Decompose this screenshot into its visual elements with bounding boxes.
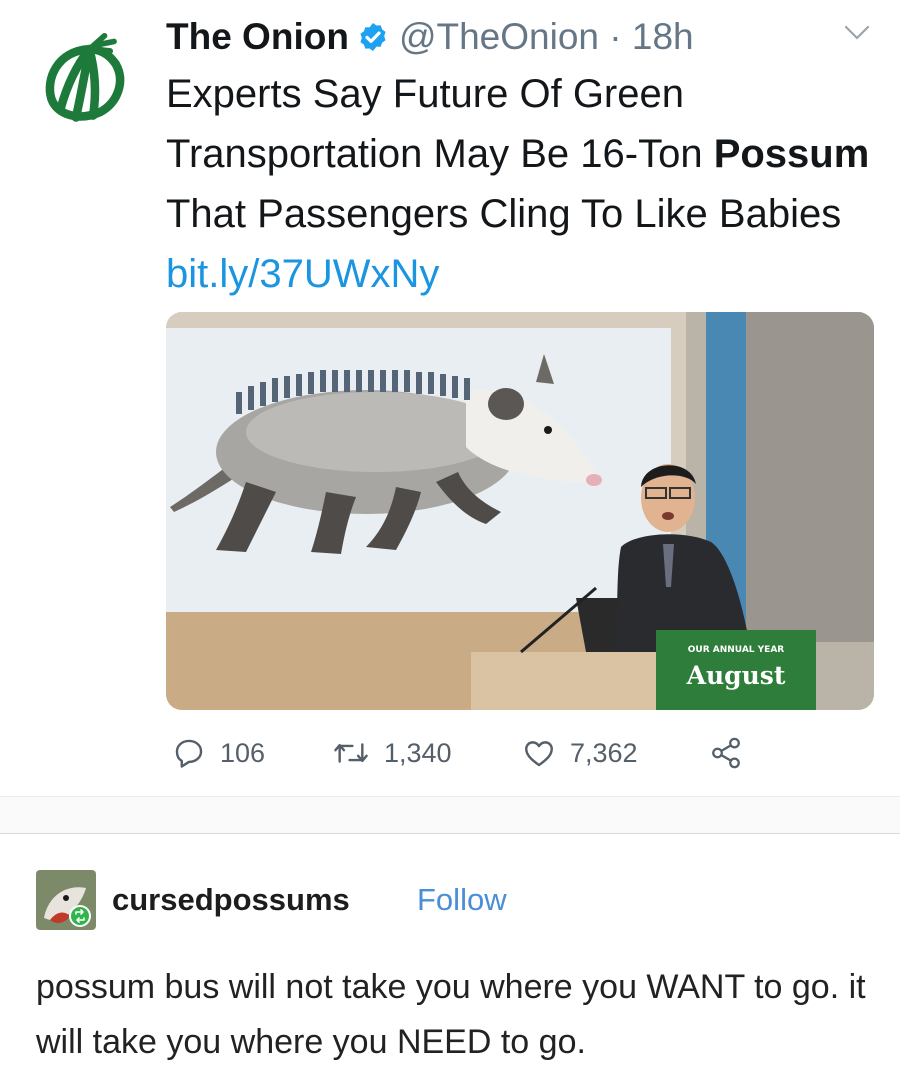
reply-count: 106 xyxy=(220,737,266,768)
like-icon xyxy=(525,741,553,767)
tweet-actions: 106 1,340 7,362 xyxy=(172,730,792,776)
like-count: 7,362 xyxy=(570,737,638,768)
reblog-badge-icon xyxy=(71,907,89,925)
tumblr-username[interactable]: cursedpossums xyxy=(112,882,350,918)
reply-button[interactable]: 106 xyxy=(172,730,265,776)
possum-avatar[interactable] xyxy=(36,870,96,930)
tumblr-post-text: possum bus will not take you where you W… xyxy=(36,968,866,1061)
banner-large-text: August xyxy=(686,661,786,690)
share-button[interactable] xyxy=(708,730,758,776)
handle-and-time[interactable]: @TheOnion · 18h xyxy=(399,16,694,58)
tweet-text-bold: Possum xyxy=(713,132,870,176)
retweet-button[interactable]: 1,340 xyxy=(332,730,452,776)
tumblr-post-header: cursedpossums Follow xyxy=(36,866,876,936)
tweet-link[interactable]: bit.ly/37UWxNy xyxy=(166,252,439,296)
verified-badge-icon xyxy=(360,23,386,51)
tweet-header: The Onion @TheOnion · 18h xyxy=(166,12,886,62)
media-illustration: OUR ANNUAL YEAR August xyxy=(166,312,874,710)
tweet-text: Experts Say Future Of Green Transportati… xyxy=(166,64,886,304)
onion-logo-icon[interactable] xyxy=(38,32,133,127)
tweet-text-part2: That Passengers Cling To Like Babies xyxy=(166,192,842,236)
tweet-media-image[interactable]: OUR ANNUAL YEAR August xyxy=(166,312,874,710)
tweet-text-part1: Experts Say Future Of Green Transportati… xyxy=(166,72,714,176)
section-divider xyxy=(0,796,900,834)
chevron-down-icon[interactable] xyxy=(844,24,870,42)
like-button[interactable]: 7,362 xyxy=(522,730,638,776)
reply-icon xyxy=(175,739,203,768)
author-name[interactable]: The Onion xyxy=(166,16,349,58)
tweet-card: The Onion @TheOnion · 18h Experts Say Fu… xyxy=(0,0,900,800)
retweet-icon xyxy=(334,743,368,763)
banner-small-text: OUR ANNUAL YEAR xyxy=(688,645,785,655)
retweet-count: 1,340 xyxy=(384,737,452,768)
share-icon xyxy=(712,737,740,769)
follow-button[interactable]: Follow xyxy=(417,882,507,918)
